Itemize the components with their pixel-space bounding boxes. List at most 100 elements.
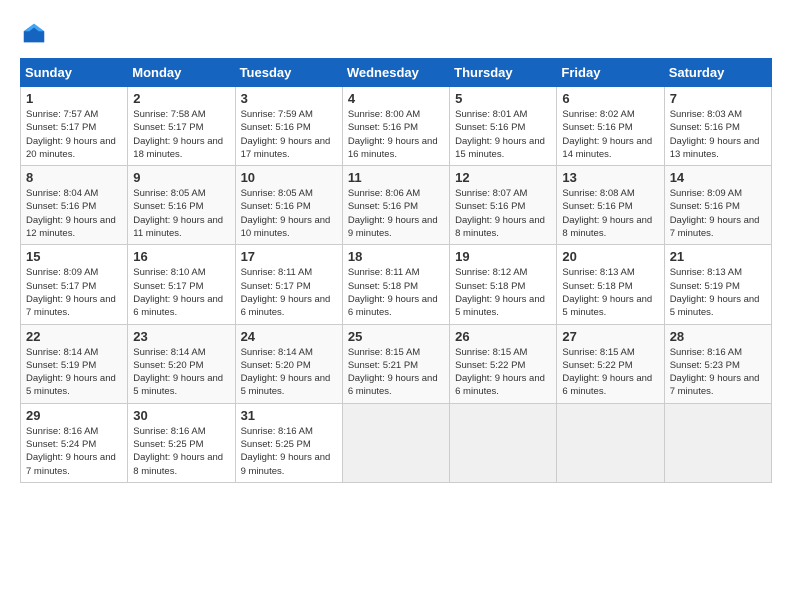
day-info: Sunrise: 8:14 AM Sunset: 5:19 PM Dayligh… (26, 346, 122, 399)
day-info: Sunrise: 8:10 AM Sunset: 5:17 PM Dayligh… (133, 266, 229, 319)
day-info: Sunrise: 7:58 AM Sunset: 5:17 PM Dayligh… (133, 108, 229, 161)
day-header: Wednesday (342, 59, 449, 87)
calendar-cell: 3 Sunrise: 7:59 AM Sunset: 5:16 PM Dayli… (235, 87, 342, 166)
calendar-cell (664, 403, 771, 482)
day-number: 7 (670, 91, 766, 106)
calendar-cell: 17 Sunrise: 8:11 AM Sunset: 5:17 PM Dayl… (235, 245, 342, 324)
calendar-cell (557, 403, 664, 482)
calendar-table: SundayMondayTuesdayWednesdayThursdayFrid… (20, 58, 772, 483)
day-info: Sunrise: 8:15 AM Sunset: 5:22 PM Dayligh… (562, 346, 658, 399)
calendar-cell: 1 Sunrise: 7:57 AM Sunset: 5:17 PM Dayli… (21, 87, 128, 166)
day-number: 25 (348, 329, 444, 344)
calendar-cell: 9 Sunrise: 8:05 AM Sunset: 5:16 PM Dayli… (128, 166, 235, 245)
day-number: 14 (670, 170, 766, 185)
calendar-cell: 6 Sunrise: 8:02 AM Sunset: 5:16 PM Dayli… (557, 87, 664, 166)
day-number: 18 (348, 249, 444, 264)
day-number: 8 (26, 170, 122, 185)
logo (20, 20, 52, 48)
calendar-cell: 14 Sunrise: 8:09 AM Sunset: 5:16 PM Dayl… (664, 166, 771, 245)
day-number: 20 (562, 249, 658, 264)
day-number: 29 (26, 408, 122, 423)
day-info: Sunrise: 8:11 AM Sunset: 5:18 PM Dayligh… (348, 266, 444, 319)
day-number: 17 (241, 249, 337, 264)
day-info: Sunrise: 8:04 AM Sunset: 5:16 PM Dayligh… (26, 187, 122, 240)
day-number: 10 (241, 170, 337, 185)
day-info: Sunrise: 8:14 AM Sunset: 5:20 PM Dayligh… (241, 346, 337, 399)
day-header: Saturday (664, 59, 771, 87)
calendar-cell: 4 Sunrise: 8:00 AM Sunset: 5:16 PM Dayli… (342, 87, 449, 166)
calendar-cell: 20 Sunrise: 8:13 AM Sunset: 5:18 PM Dayl… (557, 245, 664, 324)
calendar-cell: 7 Sunrise: 8:03 AM Sunset: 5:16 PM Dayli… (664, 87, 771, 166)
day-number: 27 (562, 329, 658, 344)
day-header: Tuesday (235, 59, 342, 87)
calendar-cell: 15 Sunrise: 8:09 AM Sunset: 5:17 PM Dayl… (21, 245, 128, 324)
calendar-cell: 27 Sunrise: 8:15 AM Sunset: 5:22 PM Dayl… (557, 324, 664, 403)
day-number: 31 (241, 408, 337, 423)
day-number: 21 (670, 249, 766, 264)
calendar-cell (450, 403, 557, 482)
calendar-cell: 29 Sunrise: 8:16 AM Sunset: 5:24 PM Dayl… (21, 403, 128, 482)
calendar-cell: 5 Sunrise: 8:01 AM Sunset: 5:16 PM Dayli… (450, 87, 557, 166)
day-info: Sunrise: 8:16 AM Sunset: 5:23 PM Dayligh… (670, 346, 766, 399)
day-info: Sunrise: 8:13 AM Sunset: 5:19 PM Dayligh… (670, 266, 766, 319)
calendar-cell: 28 Sunrise: 8:16 AM Sunset: 5:23 PM Dayl… (664, 324, 771, 403)
day-number: 30 (133, 408, 229, 423)
calendar-cell: 2 Sunrise: 7:58 AM Sunset: 5:17 PM Dayli… (128, 87, 235, 166)
day-info: Sunrise: 8:14 AM Sunset: 5:20 PM Dayligh… (133, 346, 229, 399)
calendar-cell: 18 Sunrise: 8:11 AM Sunset: 5:18 PM Dayl… (342, 245, 449, 324)
day-info: Sunrise: 8:06 AM Sunset: 5:16 PM Dayligh… (348, 187, 444, 240)
day-info: Sunrise: 8:16 AM Sunset: 5:24 PM Dayligh… (26, 425, 122, 478)
calendar-cell: 19 Sunrise: 8:12 AM Sunset: 5:18 PM Dayl… (450, 245, 557, 324)
day-info: Sunrise: 7:57 AM Sunset: 5:17 PM Dayligh… (26, 108, 122, 161)
day-number: 19 (455, 249, 551, 264)
day-header: Thursday (450, 59, 557, 87)
day-info: Sunrise: 8:05 AM Sunset: 5:16 PM Dayligh… (133, 187, 229, 240)
day-number: 24 (241, 329, 337, 344)
day-number: 13 (562, 170, 658, 185)
day-number: 26 (455, 329, 551, 344)
calendar-row: 22 Sunrise: 8:14 AM Sunset: 5:19 PM Dayl… (21, 324, 772, 403)
day-info: Sunrise: 8:11 AM Sunset: 5:17 PM Dayligh… (241, 266, 337, 319)
day-number: 11 (348, 170, 444, 185)
day-number: 5 (455, 91, 551, 106)
day-number: 1 (26, 91, 122, 106)
day-number: 22 (26, 329, 122, 344)
day-info: Sunrise: 8:07 AM Sunset: 5:16 PM Dayligh… (455, 187, 551, 240)
calendar-cell: 25 Sunrise: 8:15 AM Sunset: 5:21 PM Dayl… (342, 324, 449, 403)
day-number: 3 (241, 91, 337, 106)
day-info: Sunrise: 8:16 AM Sunset: 5:25 PM Dayligh… (133, 425, 229, 478)
day-info: Sunrise: 8:15 AM Sunset: 5:21 PM Dayligh… (348, 346, 444, 399)
day-info: Sunrise: 8:09 AM Sunset: 5:16 PM Dayligh… (670, 187, 766, 240)
calendar-cell: 24 Sunrise: 8:14 AM Sunset: 5:20 PM Dayl… (235, 324, 342, 403)
header-row: SundayMondayTuesdayWednesdayThursdayFrid… (21, 59, 772, 87)
calendar-cell (342, 403, 449, 482)
day-number: 23 (133, 329, 229, 344)
calendar-cell: 11 Sunrise: 8:06 AM Sunset: 5:16 PM Dayl… (342, 166, 449, 245)
day-number: 16 (133, 249, 229, 264)
day-number: 4 (348, 91, 444, 106)
calendar-cell: 30 Sunrise: 8:16 AM Sunset: 5:25 PM Dayl… (128, 403, 235, 482)
calendar-row: 15 Sunrise: 8:09 AM Sunset: 5:17 PM Dayl… (21, 245, 772, 324)
day-info: Sunrise: 8:03 AM Sunset: 5:16 PM Dayligh… (670, 108, 766, 161)
calendar-cell: 12 Sunrise: 8:07 AM Sunset: 5:16 PM Dayl… (450, 166, 557, 245)
day-number: 2 (133, 91, 229, 106)
day-info: Sunrise: 8:00 AM Sunset: 5:16 PM Dayligh… (348, 108, 444, 161)
day-number: 6 (562, 91, 658, 106)
calendar-cell: 22 Sunrise: 8:14 AM Sunset: 5:19 PM Dayl… (21, 324, 128, 403)
logo-icon (20, 20, 48, 48)
calendar-cell: 16 Sunrise: 8:10 AM Sunset: 5:17 PM Dayl… (128, 245, 235, 324)
day-info: Sunrise: 8:09 AM Sunset: 5:17 PM Dayligh… (26, 266, 122, 319)
calendar-cell: 23 Sunrise: 8:14 AM Sunset: 5:20 PM Dayl… (128, 324, 235, 403)
day-info: Sunrise: 8:16 AM Sunset: 5:25 PM Dayligh… (241, 425, 337, 478)
day-header: Friday (557, 59, 664, 87)
day-info: Sunrise: 8:02 AM Sunset: 5:16 PM Dayligh… (562, 108, 658, 161)
calendar-cell: 13 Sunrise: 8:08 AM Sunset: 5:16 PM Dayl… (557, 166, 664, 245)
day-info: Sunrise: 8:13 AM Sunset: 5:18 PM Dayligh… (562, 266, 658, 319)
calendar-cell: 21 Sunrise: 8:13 AM Sunset: 5:19 PM Dayl… (664, 245, 771, 324)
day-info: Sunrise: 8:12 AM Sunset: 5:18 PM Dayligh… (455, 266, 551, 319)
calendar-cell: 10 Sunrise: 8:05 AM Sunset: 5:16 PM Dayl… (235, 166, 342, 245)
calendar-row: 1 Sunrise: 7:57 AM Sunset: 5:17 PM Dayli… (21, 87, 772, 166)
calendar-cell: 31 Sunrise: 8:16 AM Sunset: 5:25 PM Dayl… (235, 403, 342, 482)
day-info: Sunrise: 8:05 AM Sunset: 5:16 PM Dayligh… (241, 187, 337, 240)
day-info: Sunrise: 8:08 AM Sunset: 5:16 PM Dayligh… (562, 187, 658, 240)
